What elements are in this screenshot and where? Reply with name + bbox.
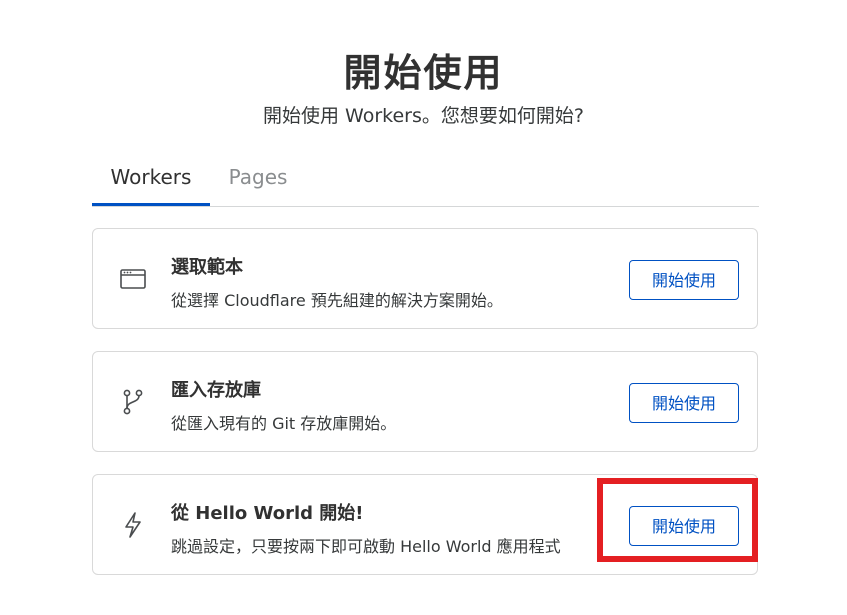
card-description: 從選擇 Cloudflare 預先組建的解決方案開始。	[171, 291, 503, 310]
tab-bar: Workers Pages	[92, 152, 759, 207]
card-select-template: 選取範本 從選擇 Cloudflare 預先組建的解決方案開始。 開始使用	[92, 228, 758, 329]
card-title: 匯入存放庫	[171, 380, 261, 401]
card-hello-world: 從 Hello World 開始! 跳過設定，只要按兩下即可啟動 Hello W…	[92, 474, 758, 575]
start-import-button[interactable]: 開始使用	[629, 383, 739, 423]
browser-window-icon	[120, 269, 146, 289]
start-hello-world-button[interactable]: 開始使用	[629, 506, 739, 546]
page-subtitle: 開始使用 Workers。您想要如何開始?	[263, 105, 584, 127]
tab-pages[interactable]: Pages	[220, 152, 296, 206]
tab-workers[interactable]: Workers	[92, 152, 210, 206]
lightning-bolt-icon	[125, 512, 141, 538]
card-import-repository: 匯入存放庫 從匯入現有的 Git 存放庫開始。 開始使用	[92, 351, 758, 452]
page-title: 開始使用	[343, 51, 504, 95]
card-title: 從 Hello World 開始!	[171, 503, 364, 524]
card-title: 選取範本	[171, 257, 243, 278]
git-branch-icon	[123, 389, 143, 415]
card-description: 從匯入現有的 Git 存放庫開始。	[171, 414, 397, 433]
card-description: 跳過設定，只要按兩下即可啟動 Hello World 應用程式	[171, 537, 561, 556]
start-template-button[interactable]: 開始使用	[629, 260, 739, 300]
